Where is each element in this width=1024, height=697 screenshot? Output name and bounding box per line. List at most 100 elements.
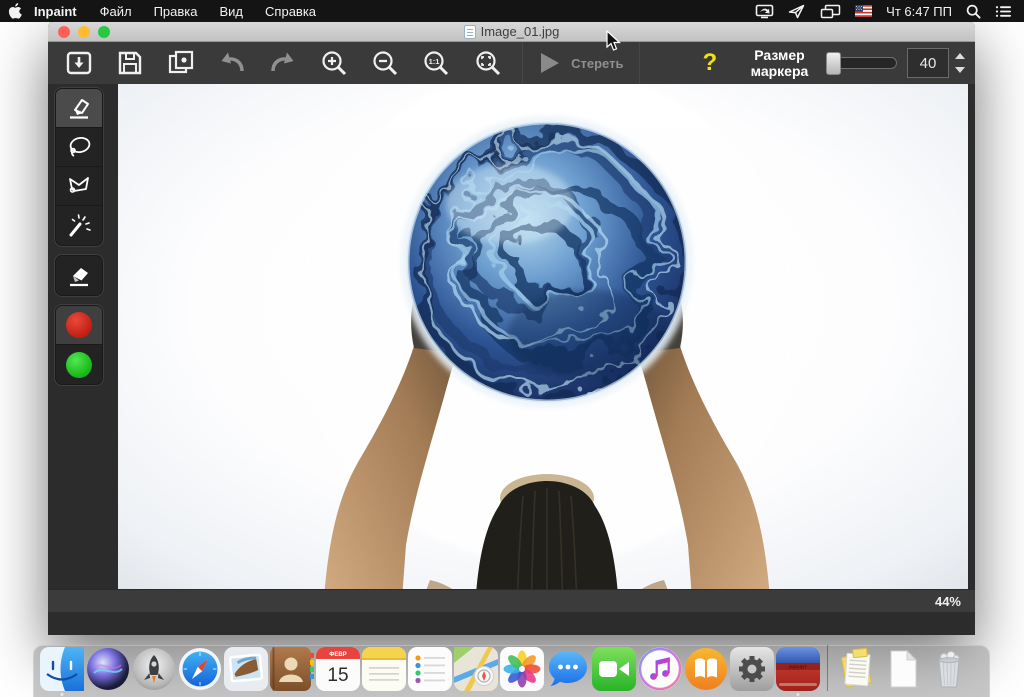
undo-button[interactable] (211, 44, 252, 82)
spinner-buttons (955, 53, 965, 73)
undo-icon (216, 48, 248, 78)
zoom-out-icon (370, 48, 400, 78)
dock-stack-documents[interactable] (835, 647, 879, 691)
display-mirroring-icon[interactable] (755, 4, 774, 19)
apple-menu[interactable] (0, 3, 30, 19)
dock-trash[interactable] (927, 647, 971, 691)
dock-safari[interactable] (178, 647, 222, 691)
eraser-group (55, 255, 103, 296)
compare-icon (166, 48, 196, 78)
menu-bar: Inpaint Файл Правка Вид Справка Чт 6:47 … (0, 0, 1024, 22)
zoom-in-button[interactable] (314, 44, 355, 82)
svg-text:ФЕВР: ФЕВР (329, 652, 346, 658)
selection-tools-group (55, 88, 103, 246)
pointer-flag-icon[interactable] (788, 4, 806, 19)
dock-calendar[interactable]: ФЕВР 15 (316, 647, 360, 691)
dock-maps[interactable] (454, 647, 498, 691)
red-marker-swatch (66, 312, 92, 338)
zoom-fit-button[interactable] (467, 44, 508, 82)
play-icon (539, 51, 561, 75)
svg-text:1:1: 1:1 (429, 57, 440, 66)
magic-wand-icon (65, 212, 93, 240)
dock-photos[interactable] (500, 647, 544, 691)
polygon-lasso-tool-button[interactable] (56, 167, 102, 206)
dock-itunes[interactable] (638, 647, 682, 691)
desktop-wallpaper: Inpaint Файл Правка Вид Справка Чт 6:47 … (0, 0, 1024, 697)
dock-mail[interactable] (224, 647, 268, 691)
traffic-lights (58, 26, 110, 38)
marker-size-spinner (907, 48, 965, 78)
slider-handle[interactable] (826, 52, 841, 75)
marker-size-slider[interactable] (826, 57, 897, 69)
dock-facetime[interactable] (592, 647, 636, 691)
menu-bar-left: Inpaint Файл Правка Вид Справка (0, 3, 327, 19)
status-bar: 44% (48, 589, 975, 612)
inpaint-window: Image_01.jpg (48, 22, 975, 635)
dock-messages[interactable] (546, 647, 590, 691)
zoom-actual-icon: 1:1 (421, 48, 451, 78)
marker-color-group (55, 305, 103, 385)
dock-ibooks[interactable] (684, 647, 728, 691)
erase-label: Стереть (571, 56, 623, 71)
menu-bar-status: Чт 6:47 ПП (755, 4, 1024, 19)
menu-file[interactable]: Файл (89, 4, 143, 19)
dock-siri[interactable] (86, 647, 130, 691)
dock-finder[interactable] (40, 647, 84, 691)
redo-button[interactable] (263, 44, 304, 82)
dock-system-preferences[interactable] (730, 647, 774, 691)
dock-document[interactable] (881, 647, 925, 691)
zoom-level: 44% (935, 594, 961, 609)
eraser-icon (65, 262, 93, 290)
save-button[interactable] (109, 44, 150, 82)
menu-view[interactable]: Вид (209, 4, 255, 19)
lasso-tool-button[interactable] (56, 128, 102, 167)
us-flag-icon[interactable] (855, 5, 872, 17)
minimize-button[interactable] (78, 26, 90, 38)
displays-icon[interactable] (820, 4, 841, 19)
dock-launchpad[interactable] (132, 647, 176, 691)
window-body: 44% (48, 84, 975, 612)
green-marker-button[interactable] (56, 345, 102, 384)
polygon-lasso-icon (65, 172, 93, 200)
dock-inpaint[interactable]: INPAINT (776, 647, 820, 691)
svg-text:INPAINT: INPAINT (789, 665, 807, 670)
dock-contacts[interactable] (270, 647, 314, 691)
spinner-down-icon[interactable] (955, 67, 965, 73)
mouse-cursor (606, 30, 622, 57)
red-marker-button[interactable] (56, 306, 102, 345)
save-icon (115, 48, 145, 78)
compare-button[interactable] (160, 44, 201, 82)
tool-sidebar (55, 88, 103, 394)
open-button[interactable] (58, 44, 99, 82)
notification-center-icon[interactable] (995, 5, 1012, 18)
menu-help[interactable]: Справка (254, 4, 327, 19)
running-indicator (61, 693, 64, 696)
menu-app-name[interactable]: Inpaint (30, 4, 89, 19)
spotlight-icon[interactable] (966, 4, 981, 19)
svg-text:15: 15 (327, 665, 348, 686)
dock: ФЕВР 15 INPAINT (33, 645, 990, 697)
zoom-actual-button[interactable]: 1:1 (416, 44, 457, 82)
help-button[interactable]: ? (686, 49, 733, 77)
menu-edit[interactable]: Правка (143, 4, 209, 19)
marker-icon (65, 94, 93, 122)
title-bar[interactable]: Image_01.jpg (48, 22, 975, 42)
menu-clock[interactable]: Чт 6:47 ПП (886, 4, 952, 19)
zoom-button[interactable] (98, 26, 110, 38)
zoom-in-icon (319, 48, 349, 78)
dock-reminders[interactable] (408, 647, 452, 691)
spinner-up-icon[interactable] (955, 53, 965, 59)
image-canvas[interactable] (118, 84, 968, 612)
dock-notes[interactable] (362, 647, 406, 691)
marker-size-input[interactable] (907, 48, 949, 78)
magic-wand-tool-button[interactable] (56, 206, 102, 245)
redo-icon (267, 48, 299, 78)
zoom-out-button[interactable] (365, 44, 406, 82)
close-button[interactable] (58, 26, 70, 38)
marker-tool-button[interactable] (56, 89, 102, 128)
marker-size-label: Размер маркера (741, 47, 818, 79)
lasso-icon (65, 133, 93, 161)
dock-separator (827, 645, 828, 691)
eraser-tool-button[interactable] (56, 256, 102, 295)
window-title-wrap: Image_01.jpg (464, 24, 560, 39)
